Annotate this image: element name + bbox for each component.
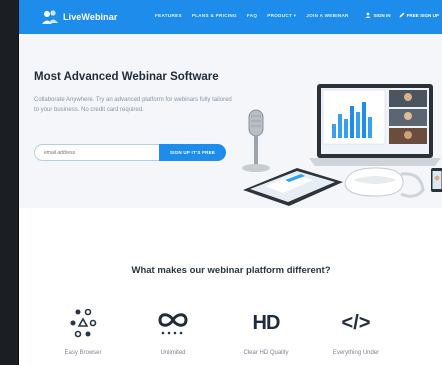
user-icon [365,12,371,18]
feature-label: Clear HD Quality [243,350,289,356]
vr-headset-icon [344,167,425,198]
hero-description: Collaborate Anywhere. Try an advanced pl… [34,97,232,113]
hero-title: Most Advanced Webinar Software [34,71,219,83]
sign-up-free-button[interactable]: SIGN UP IT'S FREE [159,144,226,161]
nav-link-pricing[interactable]: PLANS & PRICING [192,13,237,19]
feature-label: Easy Browser [64,350,102,356]
browser-viewport: LiveWebinar FEATURES PLANS & PRICING FAQ… [18,0,442,365]
pencil-icon [399,12,404,18]
nav-menu: FEATURES PLANS & PRICING FAQ PRODUCT ▾ J… [155,13,349,19]
nav-link-product-label: PRODUCT [267,13,293,18]
nav-account: SIGN IN FREE SIGN UP [365,12,439,18]
hd-glyph: HD [252,311,281,334]
sign-in-link[interactable]: SIGN IN [365,12,391,18]
hd-icon: HD [226,306,306,340]
hero-devices-illustration [242,84,442,206]
feature-label: Everything Under [332,350,380,356]
feature-clear-hd-quality: HD Clear HD Quality [226,306,306,357]
microphone-icon [242,109,270,172]
logo-people-icon [42,10,58,24]
infinity-icon [133,306,213,340]
chevron-down-icon: ▾ [293,13,297,18]
code-glyph: </> [341,311,371,334]
free-sign-up-label: FREE SIGN UP [406,12,439,18]
tablet-icon [243,168,343,206]
brand-logo[interactable]: LiveWebinar [41,9,117,25]
free-sign-up-link[interactable]: FREE SIGN UP [399,12,439,18]
feature-label: Unlimited [160,350,186,356]
feature-everything-under: </> Everything Under [316,306,396,357]
phone-icon [431,168,442,192]
nav-link-features[interactable]: FEATURES [155,13,182,19]
feature-unlimited: Unlimited [133,306,213,356]
feature-easy-browser: Easy Browser [43,306,123,356]
laptop-icon [309,84,441,166]
email-field[interactable] [34,144,159,161]
signup-form: SIGN UP IT'S FREE [34,144,226,161]
nav-link-join-webinar[interactable]: JOIN A WEBINAR [306,13,348,19]
features-heading: What makes our webinar platform differen… [131,265,331,276]
browser-icon [43,306,123,340]
nav-link-faq[interactable]: FAQ [247,13,257,19]
sign-in-label: SIGN IN [373,12,391,18]
nav-link-product[interactable]: PRODUCT ▾ [267,13,296,19]
brand-name: LiveWebinar [63,12,118,22]
top-navigation: LiveWebinar FEATURES PLANS & PRICING FAQ… [19,0,442,34]
hero-section: Most Advanced Webinar Software Collabora… [19,34,442,208]
code-icon: </> [316,306,396,340]
